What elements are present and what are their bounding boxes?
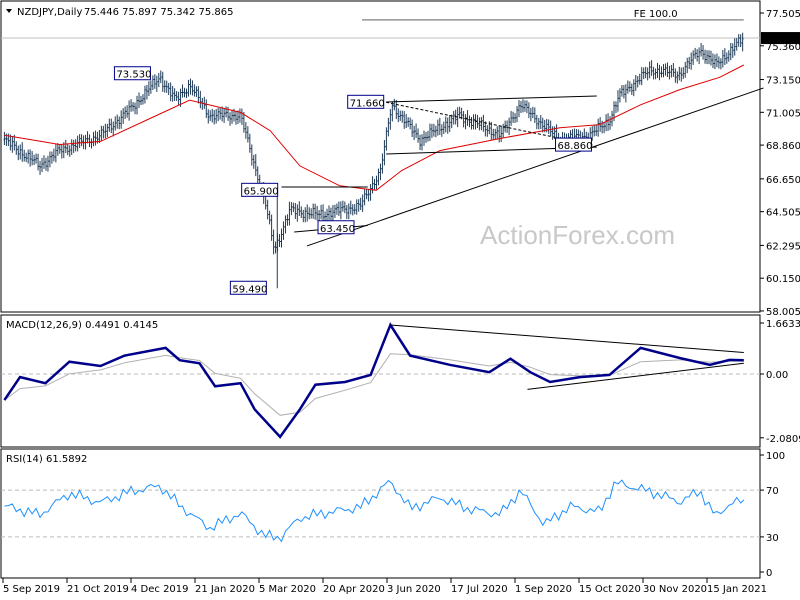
rsi-tick-label: 70: [766, 486, 779, 497]
price-annotation: 59.490: [229, 280, 267, 295]
price-annotation: 63.450: [317, 220, 355, 235]
annotation-text: 63.450: [320, 224, 355, 235]
price-annotation: 71.660: [347, 94, 385, 109]
fe-label: FE 100.0: [634, 9, 678, 20]
symbol-label: NZDJPY,Daily: [17, 7, 82, 18]
annotation-text: 65.900: [244, 186, 279, 197]
ohlc-values: 75.446 75.897 75.342 75.865: [84, 7, 234, 18]
price-tick-label: 77.505: [766, 9, 800, 20]
price-annotation: 73.530: [113, 66, 151, 81]
rsi-tick-label: 100: [766, 451, 785, 462]
macd-tick-label: -2.0809: [766, 434, 800, 445]
price-tick-label: 68.860: [766, 141, 800, 152]
price-tick-label: 73.150: [766, 76, 800, 87]
date-tick-label: 15 Jan 2021: [707, 584, 767, 595]
date-tick-label: 30 Nov 2020: [643, 584, 707, 595]
annotation-text: 68.860: [558, 141, 593, 152]
price-annotation: 65.900: [241, 182, 279, 197]
price-tick-label: 62.295: [766, 241, 800, 252]
date-tick-label: 21 Jan 2020: [195, 584, 255, 595]
price-tick-label: 58.005: [766, 307, 800, 318]
date-tick-label: 5 Sep 2019: [3, 584, 60, 595]
macd-title: MACD(12,26,9) 0.4491 0.4145: [6, 320, 158, 331]
date-tick-label: 21 Oct 2019: [67, 584, 129, 595]
annotation-text: 71.660: [350, 98, 385, 109]
annotation-text: 59.490: [232, 284, 267, 295]
rsi-tick-label: 30: [766, 533, 779, 544]
price-annotation: 68.860: [555, 137, 593, 152]
price-tick-label: 71.005: [766, 108, 800, 119]
date-tick-label: 1 Sep 2020: [515, 584, 572, 595]
annotation-text: 73.530: [116, 70, 151, 81]
price-tick-label: 64.505: [766, 208, 800, 219]
watermark: ActionForex.com: [480, 220, 675, 250]
current-price-label: 75.865: [764, 34, 799, 45]
date-tick-label: 20 Apr 2020: [323, 584, 385, 595]
rsi-tick-label: 0: [766, 568, 772, 579]
price-tick-label: 66.650: [766, 175, 800, 186]
rsi-title: RSI(14) 61.5892: [6, 454, 87, 465]
date-tick-label: 17 Jul 2020: [451, 584, 508, 595]
date-tick-label: 4 Dec 2019: [131, 584, 189, 595]
price-tick-label: 60.150: [766, 274, 800, 285]
date-tick-label: 15 Oct 2020: [579, 584, 641, 595]
chart-canvas: ActionForex.com FE 100.0 73.530 71.660 65.9…: [0, 0, 800, 600]
macd-tick-label: 1.6633: [766, 319, 800, 330]
date-tick-label: 3 Jun 2020: [387, 584, 441, 595]
date-tick-label: 5 Mar 2020: [259, 584, 316, 595]
macd-tick-label: 0.00: [766, 370, 788, 381]
